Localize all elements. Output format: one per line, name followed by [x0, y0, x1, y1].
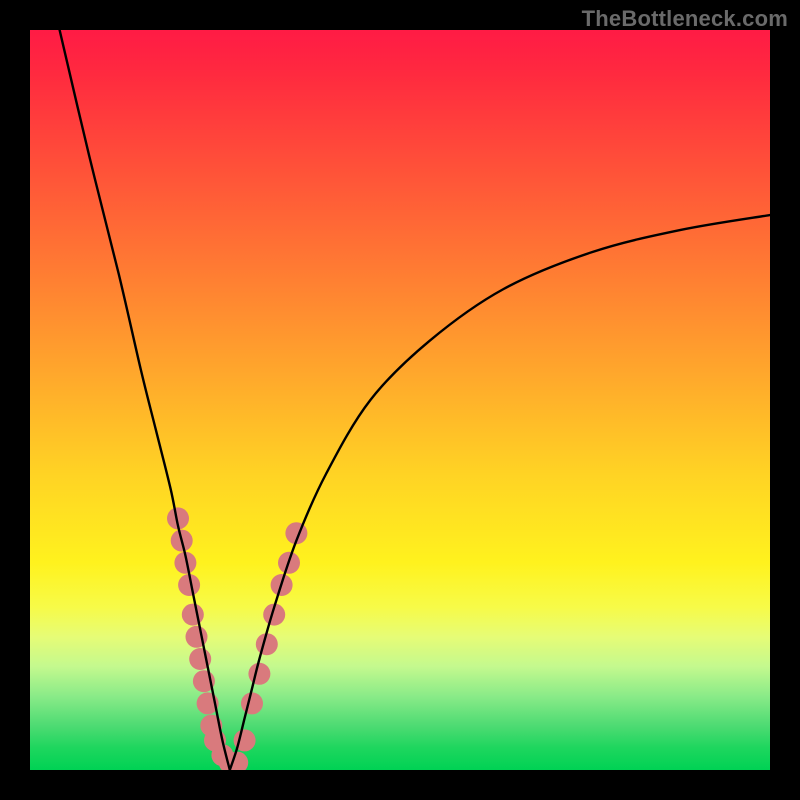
- right-branch-curve: [230, 215, 770, 770]
- data-marker: [182, 604, 204, 626]
- curve-layer: [30, 30, 770, 770]
- chart-frame: TheBottleneck.com: [0, 0, 800, 800]
- data-marker: [248, 663, 270, 685]
- marker-group: [167, 507, 307, 770]
- watermark-text: TheBottleneck.com: [582, 6, 788, 32]
- plot-area: [30, 30, 770, 770]
- data-marker: [241, 692, 263, 714]
